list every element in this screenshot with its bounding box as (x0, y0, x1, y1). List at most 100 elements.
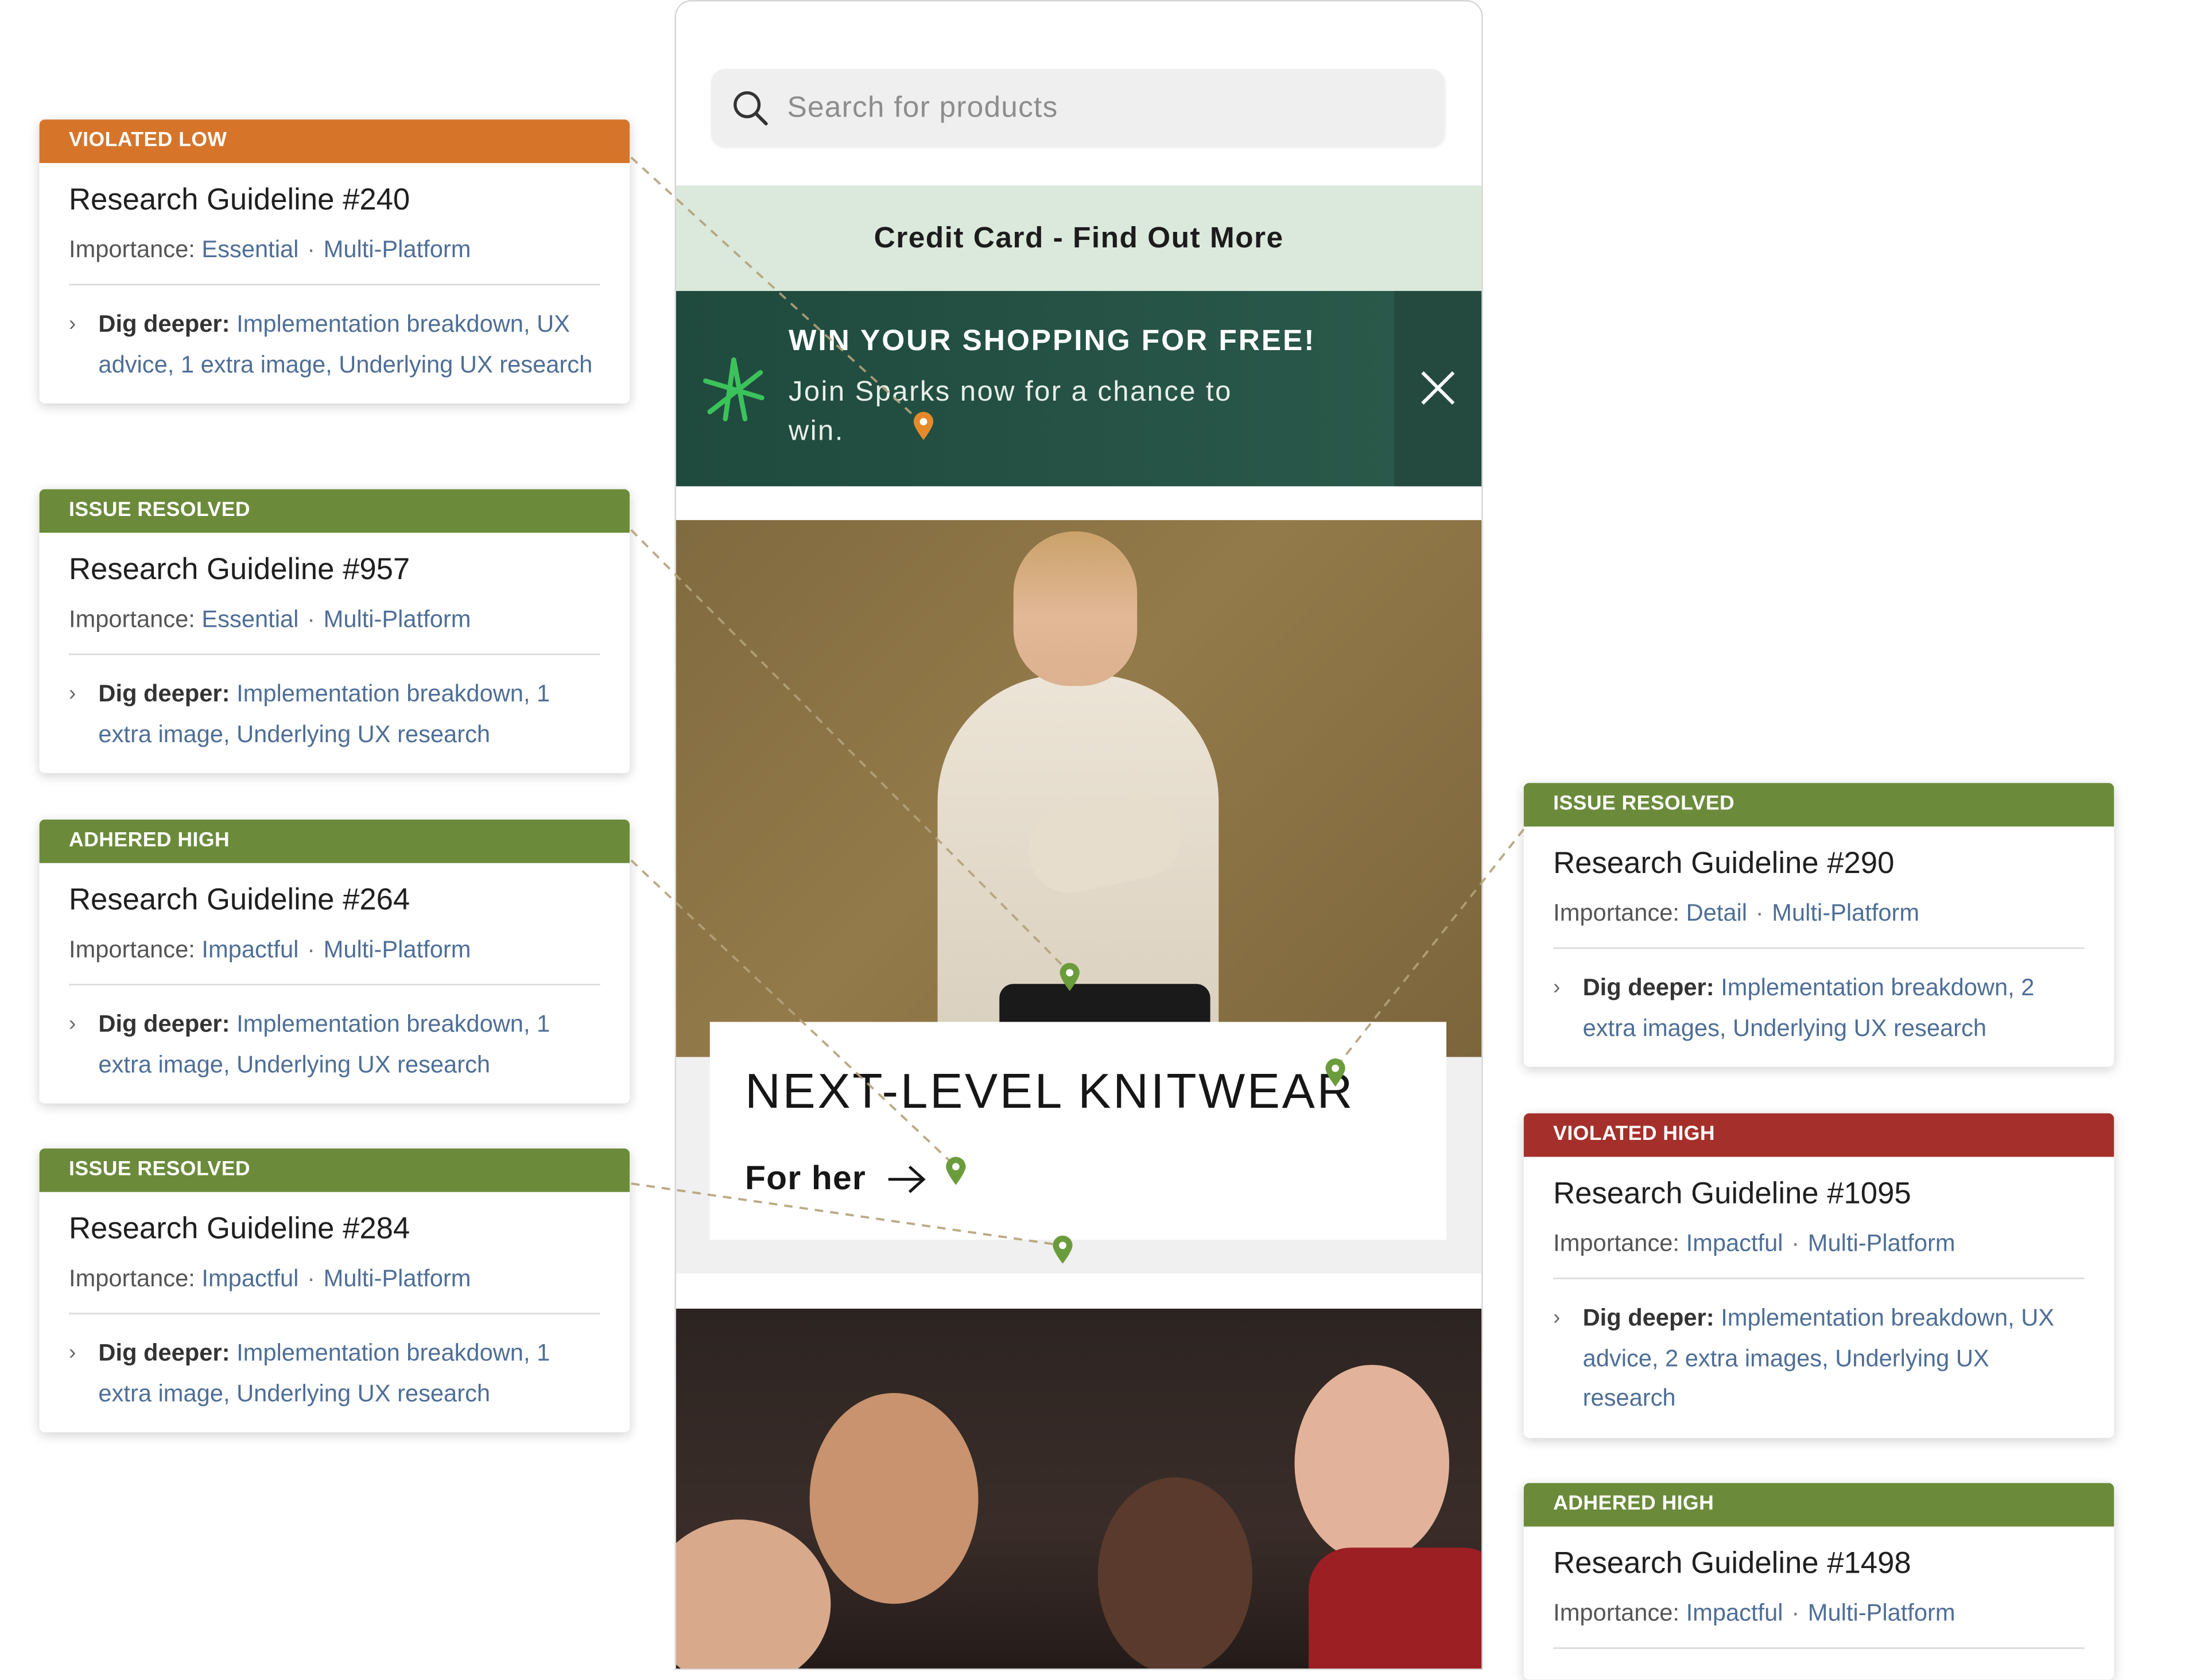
platform-value[interactable]: Multi-Platform (324, 606, 471, 633)
search-icon (734, 91, 768, 126)
dig-deeper[interactable]: › Dig deeper: Implementation breakdown, … (1553, 1279, 2085, 1438)
platform-value[interactable]: Multi-Platform (1772, 899, 1919, 926)
section-spacer (676, 486, 1482, 521)
hero-title: NEXT-LEVEL KNITWEAR (744, 1064, 1355, 1119)
chevron-right-icon: › (69, 312, 76, 336)
sparks-star-icon (703, 357, 765, 422)
status-badge: ISSUE RESOLVED (39, 1148, 630, 1192)
dig-deeper[interactable]: › Dig deeper: Implementation breakdown, … (69, 986, 600, 1104)
separator-dot: · (307, 1265, 315, 1292)
hero-cta-label: For her (744, 1159, 867, 1198)
party-photo[interactable] (676, 1309, 1482, 1669)
hero-card[interactable]: NEXT-LEVEL KNITWEAR For her (709, 1022, 1447, 1240)
green-marker-pin[interactable] (1058, 961, 1081, 992)
dig-deeper[interactable]: › Dig deeper: Implementation breakdown, … (1553, 949, 2085, 1067)
search-bar[interactable] (711, 69, 1445, 146)
green-marker-pin[interactable] (1051, 1234, 1074, 1265)
section-spacer (676, 1273, 1482, 1309)
dig-deeper[interactable]: › Dig deeper: Implementation breakdown, … (69, 285, 600, 403)
separator-dot: · (1755, 899, 1764, 926)
guideline-card[interactable]: ISSUE RESOLVED Research Guideline #284 I… (39, 1148, 630, 1433)
importance-line: Importance: Detail · Multi-Platform (1553, 899, 2085, 933)
guideline-title[interactable]: Research Guideline #240 (69, 183, 600, 224)
close-icon (1421, 371, 1455, 405)
chevron-right-icon: › (69, 1012, 76, 1036)
guideline-card[interactable]: ISSUE RESOLVED Research Guideline #290 I… (1523, 783, 2114, 1067)
phone-screen: Credit Card - Find Out More WIN YOUR SHO… (674, 0, 1483, 1670)
person-face (676, 1519, 831, 1669)
importance-value[interactable]: Impactful (1686, 1230, 1783, 1257)
importance-label: Importance: (1553, 1229, 1679, 1257)
guideline-card[interactable]: ADHERED HIGH Research Guideline #264 Imp… (39, 819, 630, 1104)
red-jacket (1309, 1547, 1482, 1669)
separator-dot: · (307, 236, 315, 263)
sparks-promo-banner[interactable]: WIN YOUR SHOPPING FOR FREE! Join Sparks … (676, 290, 1482, 487)
platform-value[interactable]: Multi-Platform (324, 236, 471, 263)
importance-value[interactable]: Essential (201, 236, 298, 263)
platform-value[interactable]: Multi-Platform (324, 1265, 471, 1292)
guideline-card[interactable]: VIOLATED LOW Research Guideline #240 Imp… (39, 119, 630, 403)
dig-deeper-label: Dig deeper: (98, 1010, 230, 1038)
separator-dot: · (307, 606, 315, 633)
status-badge: ADHERED HIGH (39, 819, 630, 863)
orange-marker-pin[interactable] (912, 410, 934, 441)
divider (1553, 1647, 2085, 1649)
credit-card-banner[interactable]: Credit Card - Find Out More (676, 185, 1482, 291)
guideline-title[interactable]: Research Guideline #264 (69, 883, 600, 925)
promo-subtext: Join Sparks now for a chance to win. (788, 377, 1232, 447)
importance-line: Importance: Impactful · Multi-Platform (1553, 1600, 2085, 1634)
status-badge: ADHERED HIGH (1523, 1483, 2114, 1527)
importance-line: Importance: Essential · Multi-Platform (69, 236, 600, 270)
importance-value[interactable]: Detail (1686, 899, 1747, 926)
arrow-right-icon (888, 1165, 926, 1193)
platform-value[interactable]: Multi-Platform (324, 936, 471, 963)
chevron-right-icon: › (69, 681, 76, 706)
chevron-right-icon: › (69, 1341, 76, 1365)
platform-value[interactable]: Multi-Platform (1808, 1230, 1955, 1257)
guideline-card[interactable]: ISSUE RESOLVED Research Guideline #957 I… (39, 489, 630, 773)
person-face (809, 1392, 979, 1604)
promo-close-button[interactable] (1394, 290, 1482, 487)
guideline-title[interactable]: Research Guideline #957 (69, 552, 600, 594)
guideline-title[interactable]: Research Guideline #1095 (1553, 1177, 2085, 1219)
chevron-right-icon: › (1553, 1306, 1561, 1330)
search-header (676, 1, 1482, 186)
dig-deeper-label: Dig deeper: (98, 680, 230, 707)
green-marker-pin[interactable] (945, 1155, 967, 1186)
importance-label: Importance: (1553, 1599, 1679, 1627)
importance-line: Importance: Impactful · Multi-Platform (69, 936, 600, 970)
importance-value[interactable]: Essential (201, 606, 298, 633)
chevron-right-icon: › (1553, 975, 1561, 1000)
person-face (1097, 1477, 1253, 1669)
status-badge: ISSUE RESOLVED (39, 489, 630, 533)
dig-deeper-label: Dig deeper: (1582, 974, 1714, 1001)
importance-value[interactable]: Impactful (201, 936, 298, 963)
importance-value[interactable]: Impactful (201, 1265, 298, 1292)
platform-value[interactable]: Multi-Platform (1808, 1600, 1955, 1627)
search-input[interactable] (784, 86, 1408, 131)
credit-card-banner-text: Credit Card - Find Out More (874, 221, 1284, 254)
dig-deeper-label: Dig deeper: (1582, 1304, 1714, 1332)
dig-deeper-label: Dig deeper: (98, 311, 230, 337)
guideline-title[interactable]: Research Guideline #290 (1553, 846, 2085, 888)
importance-line: Importance: Essential · Multi-Platform (69, 606, 600, 640)
separator-dot: · (307, 936, 315, 963)
guideline-card[interactable]: ADHERED HIGH Research Guideline #1498 Im… (1523, 1483, 2114, 1680)
model-head (1013, 531, 1138, 686)
importance-value[interactable]: Impactful (1686, 1600, 1783, 1627)
guideline-card[interactable]: VIOLATED HIGH Research Guideline #1095 I… (1523, 1113, 2114, 1438)
status-badge: VIOLATED HIGH (1523, 1113, 2114, 1157)
guideline-title[interactable]: Research Guideline #1498 (1553, 1546, 2085, 1588)
green-marker-pin[interactable] (1324, 1057, 1347, 1088)
hero-cta-link[interactable]: For her (744, 1159, 926, 1199)
importance-label: Importance: (1553, 899, 1679, 926)
dig-deeper[interactable]: › Dig deeper: Implementation breakdown, … (69, 1314, 600, 1433)
guideline-title[interactable]: Research Guideline #284 (69, 1212, 600, 1254)
status-badge: ISSUE RESOLVED (1523, 783, 2114, 827)
promo-headline: WIN YOUR SHOPPING FOR FREE! (788, 324, 1316, 358)
dig-deeper[interactable]: › Dig deeper: Implementation breakdown, … (69, 655, 600, 773)
importance-label: Importance: (69, 606, 195, 633)
importance-line: Importance: Impactful · Multi-Platform (1553, 1230, 2085, 1264)
dig-deeper-label: Dig deeper: (98, 1339, 230, 1367)
separator-dot: · (1791, 1599, 1800, 1627)
